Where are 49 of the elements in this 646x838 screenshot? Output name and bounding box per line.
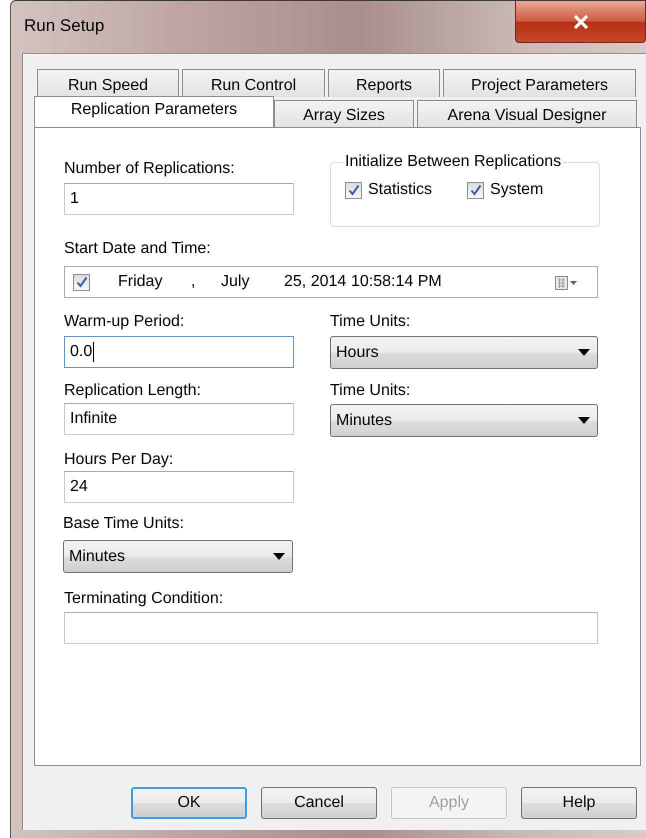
input-field[interactable]: 24 — [64, 471, 294, 503]
tab[interactable]: Replication Parameters — [34, 96, 274, 127]
tab[interactable]: Reports — [328, 69, 440, 97]
field-label: Start Date and Time: — [64, 239, 212, 259]
field-label: Terminating Condition: — [64, 589, 224, 609]
field-label: Number of Replications: — [64, 159, 236, 179]
date-part: Friday — [118, 273, 162, 291]
field-label: Time Units: — [330, 312, 412, 332]
caret-icon — [273, 553, 285, 560]
tab[interactable]: Run Control — [182, 69, 325, 97]
checkbox[interactable] — [345, 182, 362, 198]
close-icon — [572, 14, 588, 28]
input-field[interactable]: 1 — [64, 183, 294, 215]
date-part: 10:58:14 PM — [351, 273, 442, 291]
field-label: Time Units: — [330, 381, 412, 401]
date-time-picker[interactable]: Friday , July 25, 2014 10:58:14 PM — [64, 266, 598, 298]
help-button[interactable]: Help — [521, 787, 637, 819]
cancel-button[interactable]: Cancel — [261, 787, 377, 819]
caret-icon — [578, 417, 590, 424]
dropdown-value: Hours — [336, 344, 379, 362]
date-part: July — [221, 273, 250, 291]
dropdown[interactable]: Minutes — [330, 404, 598, 437]
checkbox[interactable] — [467, 182, 484, 198]
dropdown[interactable]: Hours — [330, 336, 598, 369]
window-title: Run Setup — [24, 16, 104, 36]
group-title: Initialize Between Replications — [344, 153, 562, 171]
close-button[interactable] — [515, 1, 646, 43]
input-field[interactable]: 0.0 — [64, 336, 294, 368]
checkbox[interactable] — [73, 274, 90, 290]
field-label: Hours Per Day: — [64, 450, 174, 470]
dropdown[interactable]: Minutes — [63, 540, 293, 573]
date-part: 25, 2014 — [284, 273, 346, 291]
calendar-icon — [555, 276, 577, 290]
ok-button[interactable]: OK — [131, 787, 247, 819]
tab[interactable]: Array Sizes — [274, 100, 414, 127]
input-field[interactable]: Infinite — [64, 403, 294, 435]
caret-icon — [578, 349, 590, 356]
date-part: , — [191, 273, 196, 291]
field-label: Base Time Units: — [63, 514, 185, 534]
tab[interactable]: Run Speed — [37, 69, 179, 97]
checkbox-label: Statistics — [368, 181, 432, 199]
checkbox-label: System — [490, 181, 544, 199]
dropdown-value: Minutes — [69, 548, 126, 566]
dropdown-value: Minutes — [336, 412, 392, 430]
field-label: Warm-up Period: — [64, 312, 186, 332]
tab[interactable]: Project Parameters — [443, 69, 636, 97]
tab[interactable]: Arena Visual Designer — [417, 100, 637, 127]
input-field[interactable] — [64, 612, 598, 644]
field-label: Replication Length: — [64, 381, 202, 401]
